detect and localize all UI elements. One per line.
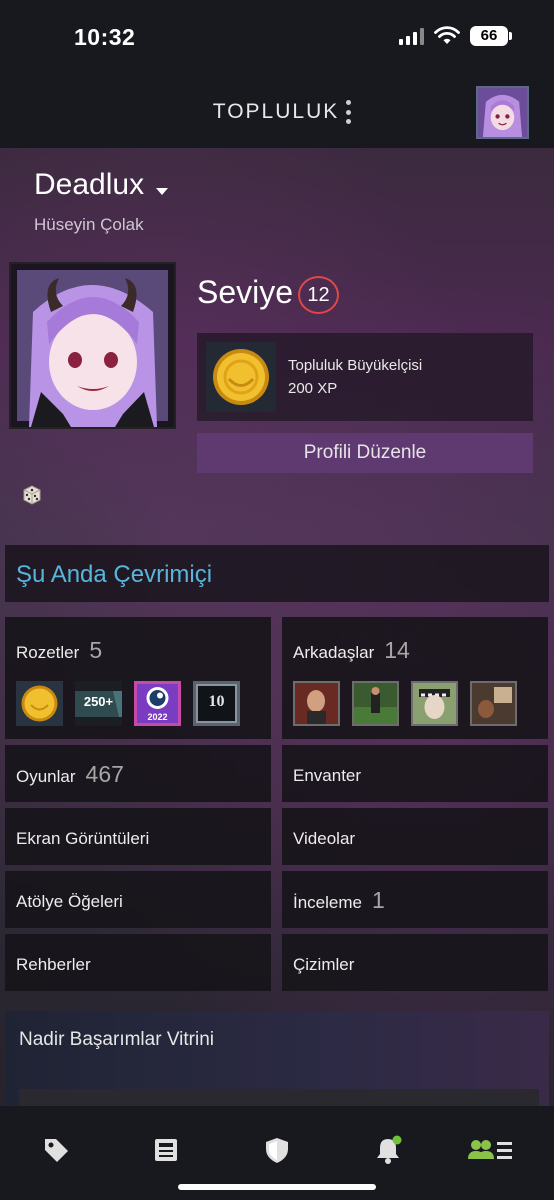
badge-2022-label: 2022 [147,712,168,722]
tab-store[interactable] [36,1130,76,1170]
tab-news[interactable] [146,1130,186,1170]
friends-label: Arkadaşlar 14 [293,637,410,663]
status-time: 10:32 [74,24,136,50]
friend-avatar[interactable] [411,681,458,726]
friend-avatar[interactable] [293,681,340,726]
featured-badge-xp: 200 XP [288,380,338,397]
wifi-icon [434,26,460,44]
community-icon [468,1140,512,1159]
inventory-label: Envanter [293,766,362,785]
tab-security[interactable] [257,1130,297,1170]
level-label: Seviye [197,274,294,310]
battery-icon: 66 [470,26,512,46]
screenshots-section[interactable]: Ekran Görüntüleri [5,808,271,865]
more-options-icon[interactable] [344,100,352,124]
workshop-section[interactable]: Atölye Öğeleri [5,871,271,928]
badges-list: 250+ 2022 10 [16,681,240,726]
bell-icon [377,1135,402,1164]
chevron-down-icon[interactable] [156,188,168,195]
featured-badge-name: Topluluk Büyükelçisi [288,357,423,374]
tab-notifications[interactable] [368,1130,408,1170]
badges-count: 5 [89,637,103,663]
years-of-service-badge-icon[interactable]: 10 [193,681,240,726]
friends-list [293,681,517,726]
online-status-bar: Şu Anda Çevrimiçi [5,545,549,602]
badges-label: Rozetler 5 [16,637,103,663]
badge-10-label: 10 [208,693,225,710]
videos-label: Videolar [293,829,356,848]
profile-avatar [9,262,176,429]
friends-section[interactable]: Arkadaşlar 14 [282,617,548,739]
news-icon [155,1139,177,1161]
status-bar: 10:32 66 [0,0,554,78]
real-name: Hüseyin Çolak [34,215,144,234]
screenshots-label: Ekran Görüntüleri [16,829,150,848]
reviews-count: 1 [371,887,385,913]
artwork-label: Çizimler [293,955,355,974]
achievement-strip [19,1089,539,1106]
badge-250-label: 250+ [83,694,114,709]
games-section[interactable]: Oyunlar 467 [5,745,271,802]
username[interactable]: Deadlux [34,168,144,202]
dice-icon[interactable] [21,484,43,506]
250-plus-badge-icon[interactable]: 250+ [75,681,122,726]
badges-section[interactable]: Rozetler 5 250+ 2022 10 [5,617,271,739]
artwork-section[interactable]: Çizimler [282,934,548,991]
videos-section[interactable]: Videolar [282,808,548,865]
featured-badge[interactable]: Topluluk Büyükelçisi 200 XP [197,333,533,421]
nav-avatar[interactable] [476,86,529,139]
community-ambassador-badge-icon [206,342,276,412]
reviews-section[interactable]: İnceleme 1 [282,871,548,928]
home-indicator [178,1184,376,1190]
steam-2022-badge-icon[interactable]: 2022 [134,681,181,726]
cellular-signal-icon [399,27,424,45]
status-indicators: 66 [399,26,512,46]
games-label: Oyunlar 467 [16,761,124,787]
top-nav: TOPLULUK [0,78,554,148]
reviews-label: İnceleme 1 [293,887,385,913]
online-status: Şu Anda Çevrimiçi [16,561,213,588]
workshop-label: Atölye Öğeleri [16,892,123,911]
friends-count: 14 [384,637,410,663]
friend-avatar[interactable] [470,681,517,726]
friend-avatar[interactable] [352,681,399,726]
page-title: TOPLULUK [212,100,340,123]
community-ambassador-badge-icon[interactable] [16,681,63,726]
guides-section[interactable]: Rehberler [5,934,271,991]
rare-achievements-showcase[interactable]: Nadir Başarımlar Vitrini [5,1011,549,1106]
games-count: 467 [85,761,124,787]
showcase-title: Nadir Başarımlar Vitrini [19,1029,214,1050]
shield-icon [266,1138,288,1163]
store-tag-icon [45,1139,68,1162]
guides-label: Rehberler [16,955,91,974]
tab-community[interactable] [466,1130,514,1170]
inventory-section[interactable]: Envanter [282,745,548,802]
edit-profile-button[interactable]: Profili Düzenle [197,433,533,473]
level-badge[interactable]: 12 [298,276,339,314]
